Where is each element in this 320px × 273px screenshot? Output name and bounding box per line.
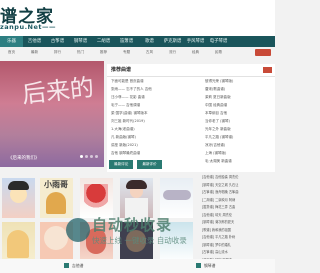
hero-pagination (80, 155, 98, 158)
recommend-panel: 推荐曲谱 下面可能是 首页曲谱 张雨—— 忘不了的人 吉他 汪小菲—— 花影 曲… (107, 64, 275, 172)
section-footer: 吉他谱 钢琴谱 (0, 259, 275, 273)
tab-latest-reviews[interactable]: 最新评价 (137, 160, 162, 169)
list-item[interactable]: 下面可能是 首页曲谱 (111, 79, 173, 87)
list-item[interactable]: 凉凉(吉他谱) (205, 143, 273, 151)
sub-nav-item-0[interactable]: 首页 (0, 50, 23, 55)
main-nav: 乐器 吉他谱 古筝谱 钢琴谱 二胡谱 笛箫谱 歌谱 萨克斯谱 手风琴谱 电子琴谱 (0, 36, 275, 47)
sub-nav-item-9[interactable]: 民歌 (207, 50, 230, 55)
site-logo-sub: zanpu.Net—— (0, 23, 57, 31)
list-item[interactable]: 刘三姐 新时代(2019) (111, 119, 173, 127)
thumbnail-card[interactable]: 小雨哥 (40, 178, 73, 218)
sub-nav-item-8[interactable]: 经典 (184, 50, 207, 55)
watermark-overlay: 自动秒收录 快速上线 一键收录 自动收录 (66, 214, 266, 254)
nav-item-0[interactable]: 乐器 (0, 36, 23, 47)
sub-nav-item-3[interactable]: 热门 (69, 50, 92, 55)
rank-list-right: 彼得光荣 (钢琴版) 唐宋(歌曲谱) 茉莉 夏日新曲版 中国 经典曲谱 本草纲目… (205, 79, 273, 167)
list-item[interactable]: 当你老了 (钢琴) (205, 119, 273, 127)
more-button[interactable] (263, 67, 272, 73)
side-list-item[interactable]: [笛箫谱] 梅花三弄 古曲 (202, 204, 273, 212)
sub-nav-item-4[interactable]: 推荐 (92, 50, 115, 55)
sub-nav-item-1[interactable]: 最新 (23, 50, 46, 55)
list-item[interactable]: 光年之外 新曲版 (205, 127, 273, 135)
list-item[interactable]: 唐宋(歌曲谱) (205, 87, 273, 95)
list-item[interactable]: 本草纲目 吉他 (205, 111, 273, 119)
sub-nav-item-7[interactable]: 流行 (161, 50, 184, 55)
nav-item-9[interactable]: 电子琴谱 (207, 36, 230, 47)
hero-dot[interactable] (95, 155, 98, 158)
section-icon (64, 263, 69, 268)
list-item[interactable]: 梁·国学(曲谱) 钢琴版本 (111, 111, 173, 119)
nav-item-6[interactable]: 歌谱 (138, 36, 161, 47)
list-item[interactable]: 毛·太湖美 新曲谱 (205, 159, 273, 167)
thumbnail-card[interactable] (120, 178, 153, 218)
panel-header: 推荐曲谱 (107, 64, 275, 77)
person-hair (126, 180, 147, 189)
panel-title: 推荐曲谱 (111, 67, 132, 73)
list-item[interactable]: 凡 新曲版(钢琴) (111, 135, 173, 143)
list-item[interactable]: 1.大海(老曲谱) (111, 127, 173, 135)
list-item[interactable]: 张雨—— 忘不了的人 吉他 (111, 87, 173, 95)
section-icon (196, 263, 201, 268)
list-item[interactable]: 彼得光荣 (钢琴版) (205, 79, 273, 87)
side-list-item[interactable]: [吉他谱] 吉他独奏 周杰伦 (202, 174, 273, 182)
nav-item-2[interactable]: 古筝谱 (46, 36, 69, 47)
character-hair (8, 181, 29, 190)
list-item[interactable]: 汪小菲—— 花影 曲谱 (111, 95, 173, 103)
nav-item-8[interactable]: 手风琴谱 (184, 36, 207, 47)
nav-item-4[interactable]: 二胡谱 (92, 36, 115, 47)
rose-image (84, 184, 108, 214)
thumbnail-card[interactable] (2, 222, 35, 262)
nav-item-7[interactable]: 萨克斯谱 (161, 36, 184, 47)
sub-nav-item-2[interactable]: 排行 (46, 50, 69, 55)
list-item[interactable]: 平凡之路 (钢琴谱) (205, 135, 273, 143)
tab-latest-comments[interactable]: 最新评论 (109, 160, 134, 169)
rank-list-left: 下面可能是 首页曲谱 张雨—— 忘不了的人 吉他 汪小菲—— 花影 曲谱 毛宁—… (111, 79, 173, 159)
sub-nav: 首页 最新 排行 热门 推荐 专题 古风 流行 经典 民歌 (0, 48, 275, 57)
cloud-shape (163, 190, 191, 200)
sub-nav-item-5[interactable]: 专题 (115, 50, 138, 55)
list-item[interactable]: 讲座 新版(2021) (111, 143, 173, 151)
hero-title: 后来的 (20, 73, 96, 109)
character-figure (46, 192, 66, 214)
list-item[interactable]: 茉莉 夏日新曲版 (205, 95, 273, 103)
nav-item-5[interactable]: 笛箫谱 (115, 36, 138, 47)
list-item[interactable]: 毛宁—— 吉他调谱 (111, 103, 173, 111)
list-item[interactable]: 上海 (钢琴版) (205, 151, 273, 159)
thumbnail-card[interactable] (2, 178, 35, 218)
character-figure (7, 230, 29, 258)
photo-subject (44, 226, 68, 250)
nav-item-1[interactable]: 吉他谱 (23, 36, 46, 47)
list-item[interactable]: 中国 经典曲谱 (205, 103, 273, 111)
tab-row: 最新评论 最新评价 (109, 160, 162, 169)
sub-nav-item-6[interactable]: 古风 (138, 50, 161, 55)
list-item[interactable]: 吉他 钢琴最终曲谱 (111, 151, 173, 159)
watermark-title: 自动秒收录 (92, 216, 173, 234)
thumbnail-card[interactable] (160, 178, 193, 218)
hero-dot[interactable] (90, 155, 93, 158)
side-list-item[interactable]: [二胡谱] 二泉映月 阿炳 (202, 197, 273, 205)
section-label-piano[interactable]: 钢琴谱 (204, 263, 215, 269)
sub-nav-chip[interactable] (255, 49, 271, 56)
side-list-item[interactable]: [钢琴谱] 天空之城 久石让 (202, 182, 273, 190)
side-list-item[interactable]: [古筝谱] 渔舟唱晚 古筝曲 (202, 189, 273, 197)
thumbnail-label: 小雨哥 (44, 180, 68, 189)
hero-dot[interactable] (85, 155, 88, 158)
site-header: 谱之家 zanpu.Net—— (0, 0, 275, 36)
hero-dot[interactable] (80, 155, 83, 158)
nav-item-3[interactable]: 钢琴谱 (69, 36, 92, 47)
watermark-subtitle: 快速上线 一键收录 自动收录 (92, 236, 187, 245)
watermark-logo-icon (66, 218, 90, 242)
thumbnail-card[interactable] (80, 178, 113, 218)
section-label-guitar[interactable]: 吉他谱 (72, 263, 83, 269)
hero-banner[interactable]: 后来的 《后来的我们》 (0, 61, 104, 167)
hero-caption: 《后来的我们》 (8, 156, 40, 161)
